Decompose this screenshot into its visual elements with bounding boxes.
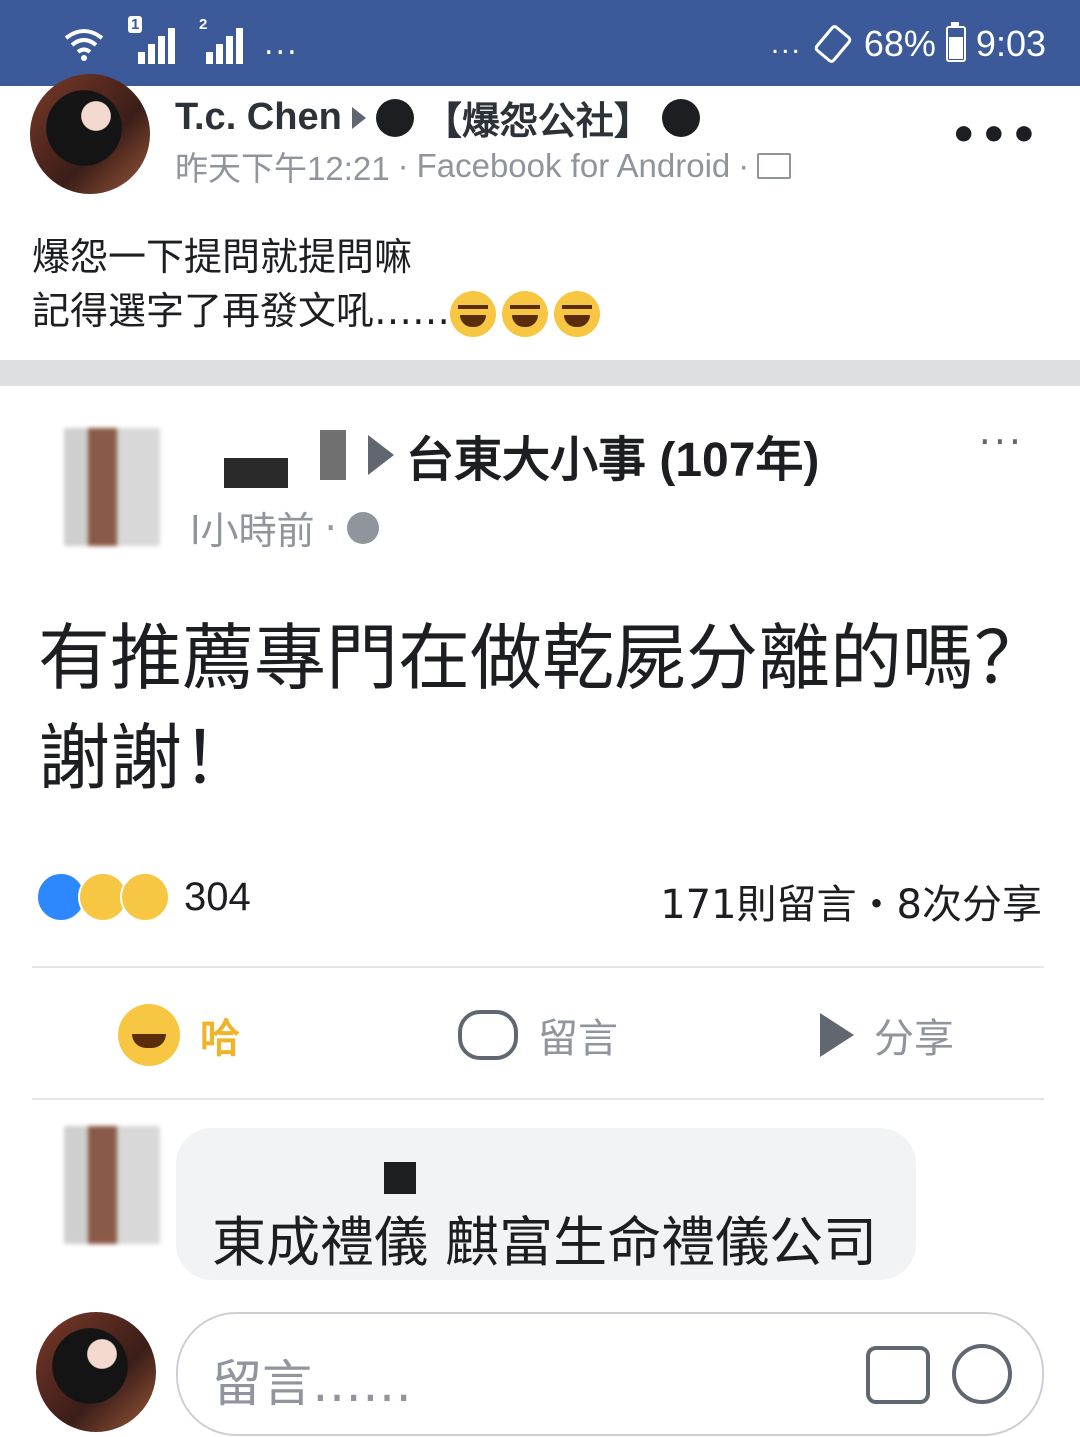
shared-more-button[interactable]: ··· [979,420,1024,464]
haha-label: 哈 [200,1016,240,1062]
shared-post-text: 有推薦專門在做乾屍分離的嗎？謝謝！ [38,616,1047,800]
shared-time[interactable]: l小時前 [190,500,315,555]
post-author-line: T.c. Chen 【爆怨公社】 [175,90,700,145]
share-button[interactable]: 分享 [820,1000,954,1070]
redacted-name [224,458,288,488]
post-text: 爆怨一下提問就提問嘛 記得選字了再發文吼…… [32,230,606,338]
signal-sim2-icon: 2 [196,16,243,64]
wow-reaction-icon [120,872,170,922]
post-timestamp[interactable]: 昨天下午12:21 [175,142,390,190]
redacted-block [320,430,346,480]
haha-face-icon [118,1004,180,1066]
rotate-icon [814,25,852,63]
reaction-count: 304 [184,874,251,919]
share-arrow-icon [820,1013,854,1057]
post-meta: 昨天下午12:21 · Facebook for Android · [175,142,792,190]
post-more-button[interactable]: ••• [950,110,1040,161]
status-bar: 1 2 ... ... 68% 9:03 [0,0,1080,86]
comment-share-stats[interactable]: 171則留言・8次分享 [660,872,1042,930]
camera-icon[interactable] [866,1346,930,1404]
share-label: 分享 [874,1016,954,1062]
meta-separator: · [324,505,337,550]
arrow-right-icon [368,435,394,475]
card-separator [0,360,1080,386]
author-avatar[interactable] [30,74,150,194]
laughing-tears-emoji-icon [502,290,549,337]
post-text-line1: 爆怨一下提問就提問嘛 [32,235,413,279]
meta-separator: · [397,147,409,184]
comment-button[interactable]: 留言 [458,1000,618,1070]
post-source: Facebook for Android [416,147,731,184]
divider [32,966,1044,968]
battery-percent: 68% [863,23,936,64]
post-text-line2: 記得選字了再發文吼…… [32,289,451,333]
reaction-summary[interactable]: 304 [36,872,251,922]
group-name[interactable]: 【爆怨公社】 [424,90,652,145]
comment-label: 留言 [538,1016,618,1062]
wifi-icon [64,29,104,61]
status-overflow-right: ... [770,27,802,60]
clock: 9:03 [975,23,1046,64]
globe-icon [346,511,379,544]
sim1-label: 1 [128,16,143,33]
signal-sim1-icon: 1 [128,16,175,64]
divider [32,1098,1044,1100]
black-circle-icon [661,98,700,137]
blurred-commenter-avatar [64,1126,160,1244]
laughing-tears-emoji-icon [450,290,497,337]
shared-group-name[interactable]: 台東大小事 (107年) [406,420,819,490]
redacted-commenter-name [384,1162,416,1194]
laughing-tears-emoji-icon [554,290,601,337]
comment-bubble-icon [458,1010,518,1060]
battery-icon [945,22,966,62]
emoji-smile-icon[interactable] [952,1344,1012,1404]
audience-group-icon [757,153,792,179]
sim2-label: 2 [199,16,208,33]
author-name[interactable]: T.c. Chen [175,96,342,139]
current-user-avatar [36,1312,156,1432]
meta-separator: · [738,147,750,184]
shared-meta: l小時前 · [190,500,379,555]
haha-button[interactable]: 哈 [118,1000,240,1070]
comment-input-placeholder: 留言…… [212,1355,412,1413]
arrow-right-icon [351,106,366,129]
blurred-avatar [64,428,160,546]
status-overflow-left: ... [264,26,299,62]
black-circle-icon [375,98,414,137]
shared-group-line: 台東大小事 (107年) [320,420,819,490]
comment-text: 東成禮儀 麒富生命禮儀公司 [212,1211,878,1274]
